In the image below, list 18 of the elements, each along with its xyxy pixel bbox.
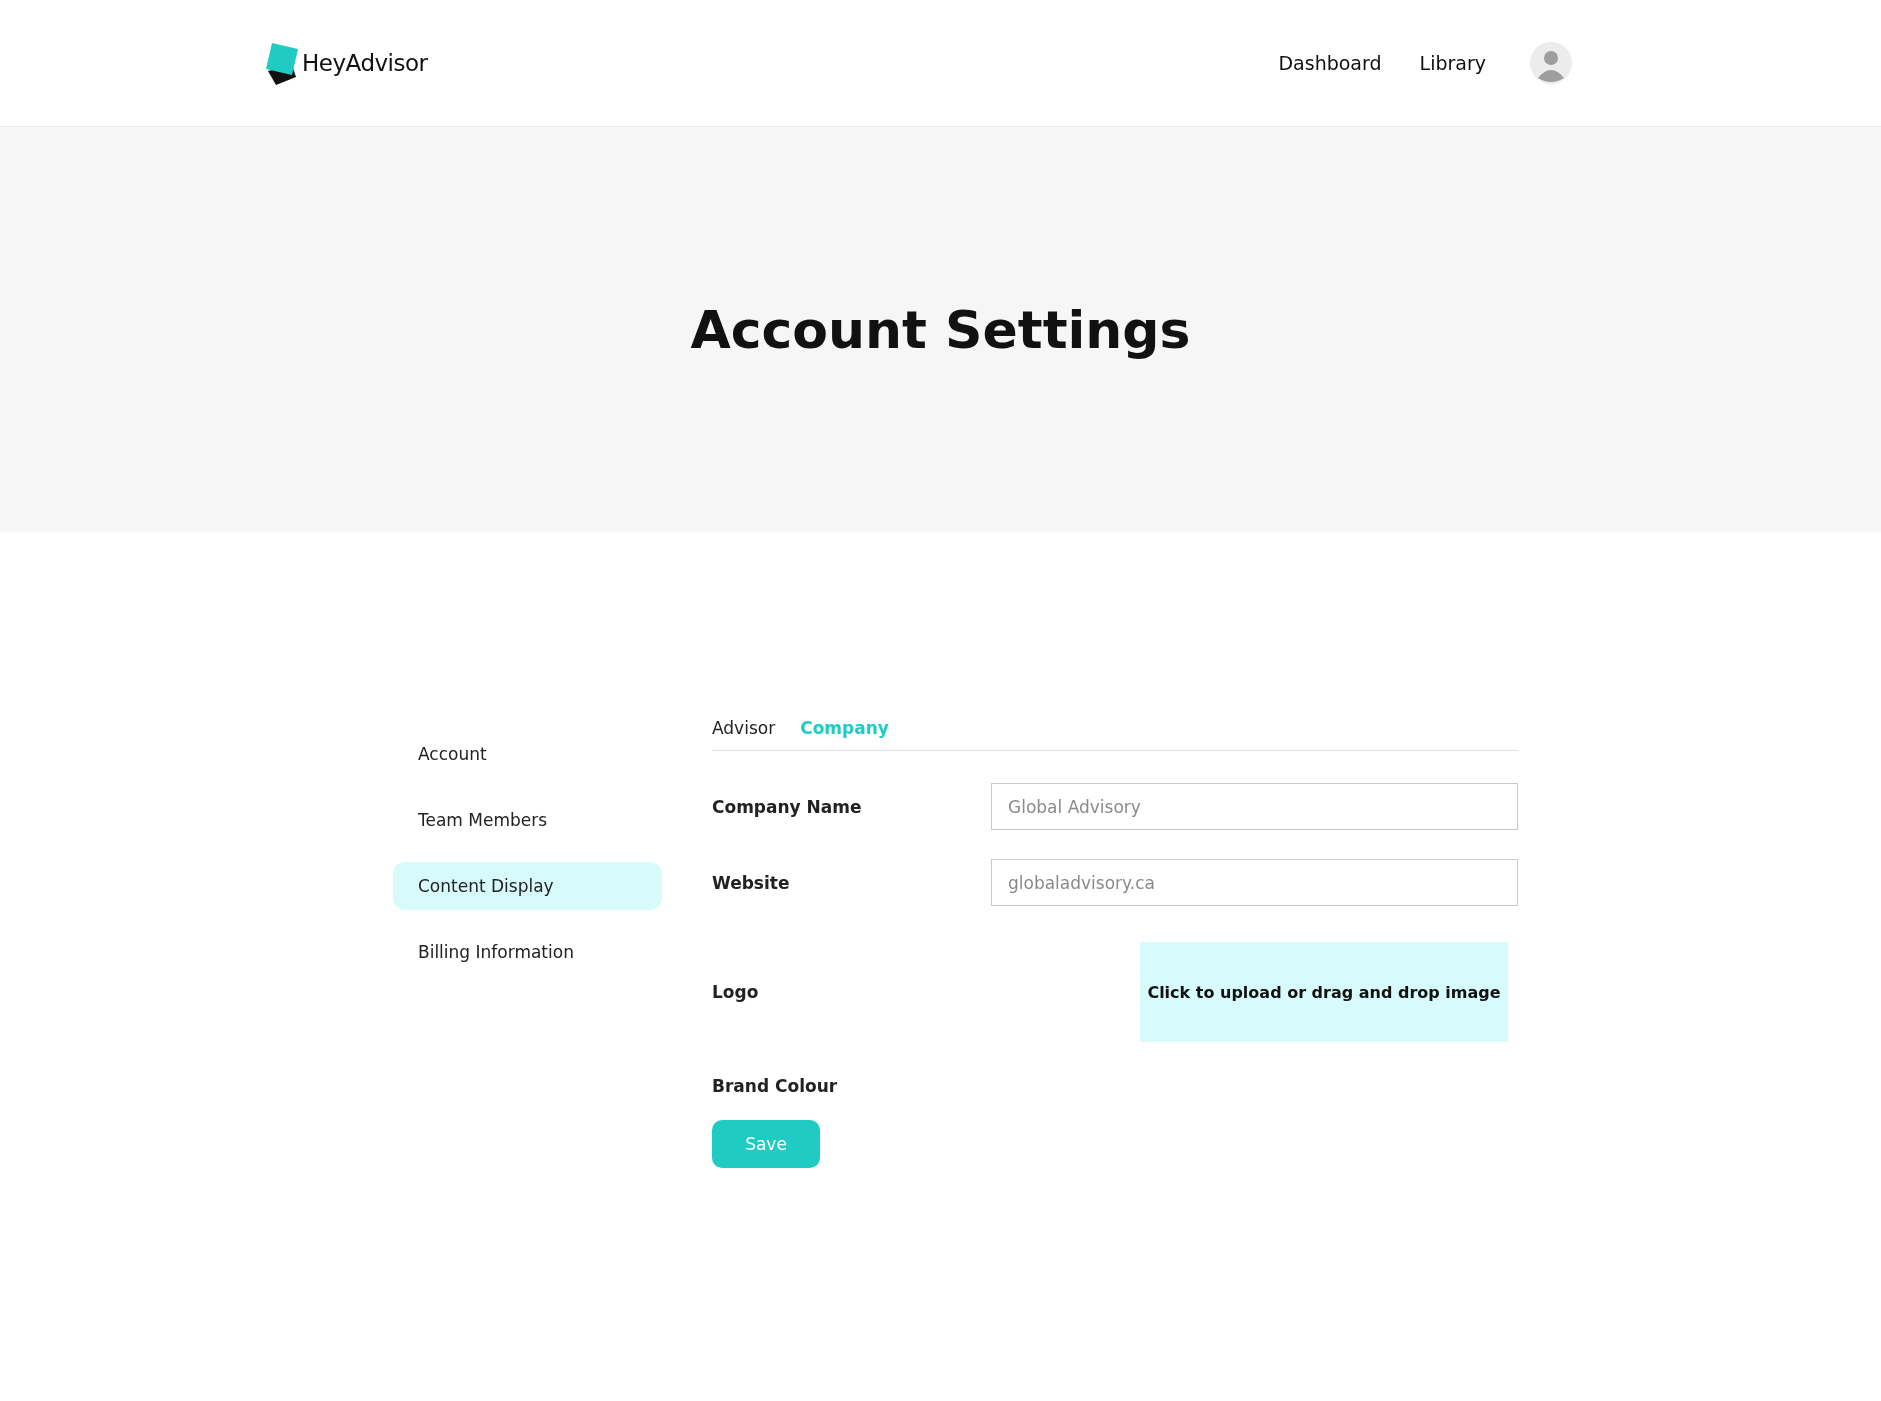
text-field[interactable]: globaladvisory.ca xyxy=(991,859,1518,906)
nav-link[interactable]: Library xyxy=(1419,52,1486,74)
brand-name: HeyAdvisor xyxy=(302,50,428,76)
text-field[interactable]: Global Advisory xyxy=(991,783,1518,830)
sidebar-item[interactable]: Account xyxy=(393,730,662,778)
avatar-icon[interactable] xyxy=(1530,42,1572,84)
field-label: Website xyxy=(712,872,791,893)
tab[interactable]: Advisor xyxy=(712,718,776,738)
upload-area[interactable]: Click to upload or drag and drop image xyxy=(1140,942,1508,1042)
page-title: Account Settings xyxy=(690,299,1191,360)
field-label: Brand Colour xyxy=(712,1076,839,1096)
sidebar-item[interactable]: Billing Information xyxy=(393,928,662,976)
nav-link[interactable]: Dashboard xyxy=(1278,52,1382,74)
field-label: Company Name xyxy=(712,796,863,817)
sidebar-item[interactable]: Team Members xyxy=(393,796,662,844)
logo-icon xyxy=(266,41,300,85)
field-label: Logo xyxy=(712,982,760,1002)
sidebar-item[interactable]: Content Display xyxy=(393,862,662,910)
